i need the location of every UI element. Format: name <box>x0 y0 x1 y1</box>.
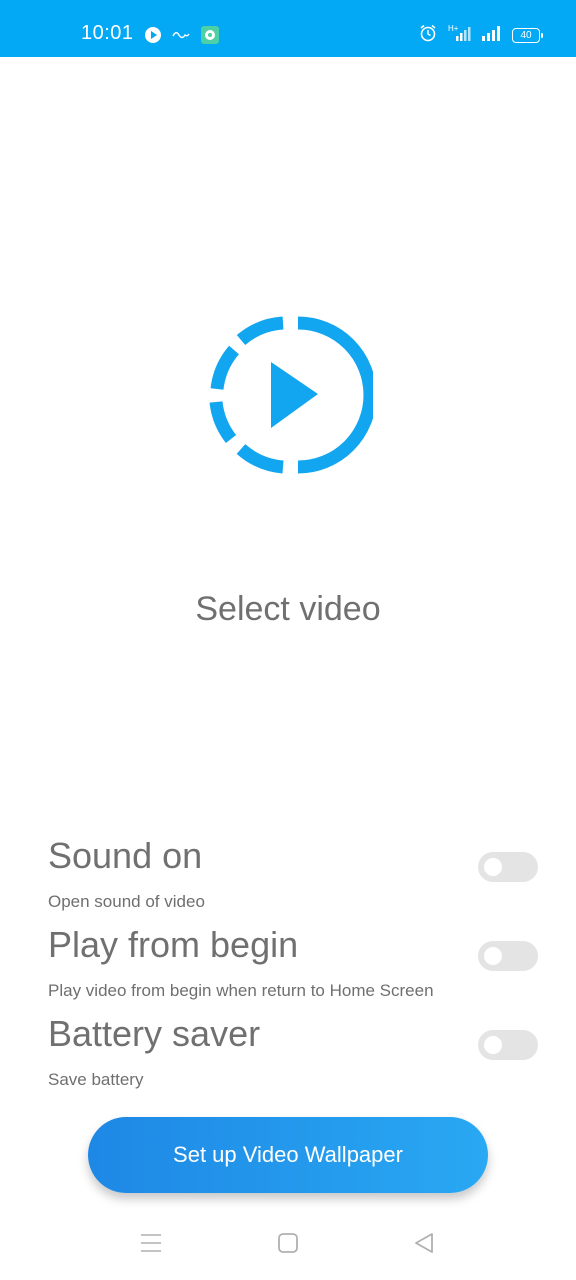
toggle-knob <box>484 1036 502 1054</box>
chat-bubble-icon <box>200 25 220 50</box>
select-video-label[interactable]: Select video <box>0 590 576 629</box>
set-up-video-wallpaper-button[interactable]: Set up Video Wallpaper <box>88 1117 488 1193</box>
status-bar: 10:01 H+ 40 <box>0 0 576 57</box>
setting-subtitle: Play video from begin when return to Hom… <box>48 981 434 1000</box>
setting-title: Battery saver <box>48 1013 261 1054</box>
sound-on-toggle[interactable] <box>478 852 538 882</box>
alarm-icon <box>419 24 437 47</box>
signal-icon <box>481 25 503 46</box>
video-picker[interactable] <box>203 312 377 478</box>
setting-subtitle: Save battery <box>48 1070 144 1089</box>
battery-saver-toggle[interactable] <box>478 1030 538 1060</box>
back-icon[interactable] <box>413 1232 435 1259</box>
battery-indicator: 40 <box>512 28 543 43</box>
app-notification-icon <box>171 28 191 47</box>
network-hplus-icon: H+ <box>446 24 472 47</box>
play-from-begin-toggle[interactable] <box>478 941 538 971</box>
setting-sound-on: Sound on Open sound of video <box>48 838 538 912</box>
setting-title: Play from begin <box>48 924 299 965</box>
status-notification-icons <box>144 25 220 50</box>
play-circle-icon <box>144 26 162 49</box>
toggle-knob <box>484 858 502 876</box>
status-time: 10:01 <box>81 22 134 44</box>
video-play-icon <box>203 316 377 482</box>
navigation-bar <box>0 1222 576 1268</box>
setting-battery-saver: Battery saver Save battery <box>48 1016 538 1090</box>
home-icon[interactable] <box>277 1232 299 1259</box>
setting-subtitle: Open sound of video <box>48 892 205 911</box>
svg-text:H+: H+ <box>448 24 459 33</box>
menu-icon[interactable] <box>140 1232 162 1259</box>
setting-title: Sound on <box>48 835 203 876</box>
toggle-knob <box>484 947 502 965</box>
status-system-icons: H+ 40 <box>419 24 543 47</box>
setting-play-from-begin: Play from begin Play video from begin wh… <box>48 927 538 1001</box>
